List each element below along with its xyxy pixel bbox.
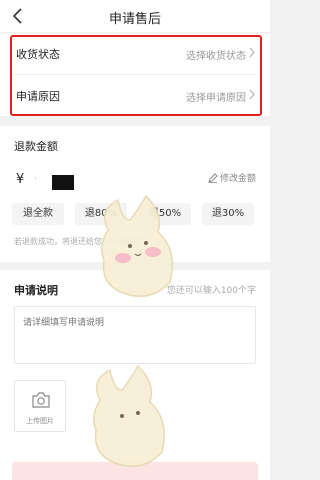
divider	[14, 74, 256, 75]
description-heading: 申请说明	[14, 284, 58, 297]
upload-image-label: 上传图片	[26, 417, 54, 425]
nav-bar: 申请售后	[0, 0, 270, 32]
amount-placeholder: ·	[34, 174, 37, 184]
apply-reason-value[interactable]: 选择申请原因	[186, 89, 246, 104]
page-title: 申请售后	[108, 12, 161, 27]
chip-full-refund[interactable]: 退全款	[12, 203, 64, 225]
upload-image-button[interactable]: 上传图片	[14, 380, 66, 432]
chevron-right-icon	[249, 47, 255, 58]
edit-amount-button[interactable]: 修改金额	[208, 171, 256, 184]
camera-icon	[32, 392, 50, 408]
receipt-status-row[interactable]: 收货状态 选择收货状态	[0, 34, 270, 72]
receipt-status-value[interactable]: 选择收货状态	[186, 47, 246, 62]
chevron-right-icon	[249, 89, 255, 100]
apply-reason-label: 申请原因	[16, 90, 60, 103]
mascot-watermark	[101, 194, 173, 297]
description-input[interactable]	[14, 306, 256, 364]
apply-reason-row[interactable]: 申请原因 选择申请原因	[0, 76, 270, 114]
pencil-icon	[208, 173, 218, 183]
redacted-amount	[52, 175, 74, 190]
chip-30-percent[interactable]: 退30%	[202, 203, 254, 225]
mascot-watermark	[93, 364, 165, 467]
currency-symbol: ¥	[16, 172, 25, 187]
status-card: 收货状态 选择收货状态 申请原因 选择申请原因	[0, 34, 270, 116]
receipt-status-label: 收货状态	[16, 48, 60, 61]
refund-heading: 退款金额	[14, 140, 58, 153]
edit-amount-label: 修改金额	[219, 174, 256, 184]
